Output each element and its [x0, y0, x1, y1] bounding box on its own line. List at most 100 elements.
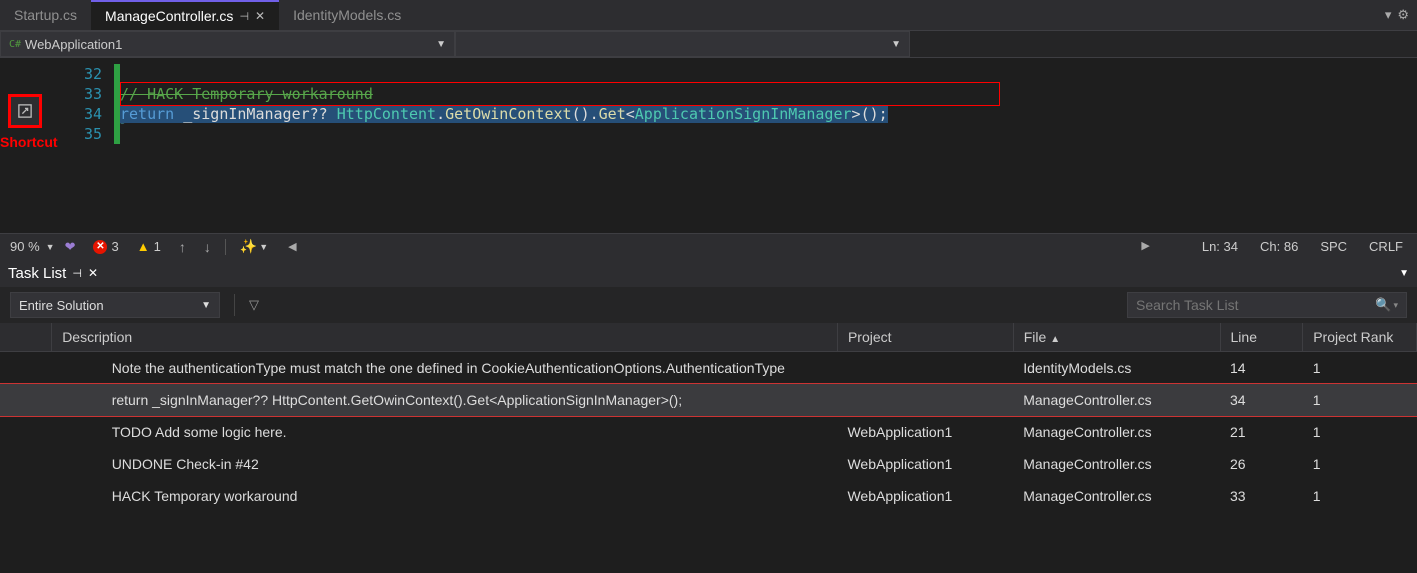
cell-line: 14 [1220, 352, 1303, 385]
tabs-overflow-icon[interactable]: ▾ [1385, 7, 1392, 23]
line-ending[interactable]: CRLF [1365, 239, 1407, 254]
zoom-control[interactable]: 90 % ▼ [10, 239, 55, 254]
nav-up-icon[interactable]: ↑ [179, 239, 186, 255]
cell-rank: 1 [1303, 480, 1417, 512]
cell-rank: 1 [1303, 352, 1417, 385]
cell-file: ManageController.cs [1013, 416, 1220, 448]
chevron-down-icon: ▼ [891, 39, 901, 50]
editor-margin: Shortcut [0, 58, 54, 233]
warning-number: 1 [154, 239, 161, 254]
col-rank[interactable]: Project Rank [1303, 323, 1417, 352]
code-editor[interactable]: Shortcut 32 33 34💡 35 // HACK Temporary … [0, 58, 1417, 233]
separator [234, 294, 235, 316]
cell-line: 34 [1220, 384, 1303, 416]
cell-rank: 1 [1303, 416, 1417, 448]
table-row[interactable]: TODO Add some logic here. WebApplication… [0, 416, 1417, 448]
cell-rank: 1 [1303, 448, 1417, 480]
table-row[interactable]: UNDONE Check-in #42 WebApplication1 Mana… [0, 448, 1417, 480]
cell-file: ManageController.cs [1013, 480, 1220, 512]
code-text[interactable]: // HACK Temporary workaround return _sig… [120, 58, 1417, 233]
error-icon: ✕ [93, 240, 107, 254]
nav-down-icon[interactable]: ↓ [204, 239, 211, 255]
health-icon[interactable]: ❤ [65, 239, 76, 255]
task-scope-dropdown[interactable]: Entire Solution ▼ [10, 292, 220, 318]
col-icon[interactable] [0, 323, 52, 352]
chevron-down-icon: ▼ [259, 242, 268, 252]
line-number: 35 [54, 124, 114, 144]
scroll-left-icon[interactable]: ◀ [288, 240, 296, 253]
scope-label: Entire Solution [19, 298, 104, 313]
line-number: 32 [54, 64, 114, 84]
sort-asc-icon: ▲ [1050, 334, 1060, 345]
separator [225, 239, 226, 255]
cell-file: ManageController.cs [1013, 448, 1220, 480]
csharp-icon: C# [9, 39, 21, 50]
cell-desc: TODO Add some logic here. [52, 416, 838, 448]
task-search-input[interactable]: 🔍 ▾ [1127, 292, 1407, 318]
nav-bar: C# WebApplication1 ▼ ▼ [0, 30, 1417, 58]
shortcut-icon[interactable] [8, 94, 42, 128]
line-number: 34💡 [54, 104, 114, 124]
table-row[interactable]: return _signInManager?? HttpContent.GetO… [0, 384, 1417, 416]
cell-project: WebApplication1 [837, 416, 1013, 448]
panel-menu-icon[interactable]: ▼ [1399, 268, 1409, 279]
cell-file: ManageController.cs [1013, 384, 1220, 416]
scope-project-dropdown[interactable]: C# WebApplication1 ▼ [0, 31, 455, 57]
error-count[interactable]: ✕ 3 [93, 239, 118, 254]
pin-icon[interactable]: ⊣ [239, 10, 249, 23]
cell-line: 33 [1220, 480, 1303, 512]
cursor-col: Ch: 86 [1256, 239, 1302, 254]
cell-line: 26 [1220, 448, 1303, 480]
cell-project: WebApplication1 [837, 480, 1013, 512]
tab-label: Startup.cs [14, 7, 77, 23]
document-tabs: Startup.cs ManageController.cs ⊣ ✕ Ident… [0, 0, 1417, 30]
cell-file: IdentityModels.cs [1013, 352, 1220, 385]
pin-icon[interactable]: ⊣ [72, 267, 82, 280]
filter-icon[interactable]: ▽ [249, 297, 259, 313]
cell-project [837, 384, 1013, 416]
table-row[interactable]: HACK Temporary workaround WebApplication… [0, 480, 1417, 512]
warning-count[interactable]: ▲ 1 [137, 239, 161, 254]
close-icon[interactable]: ✕ [88, 266, 98, 280]
table-header-row: Description Project File▲ Line Project R… [0, 323, 1417, 352]
cursor-line: Ln: 34 [1198, 239, 1242, 254]
cell-desc: return _signInManager?? HttpContent.GetO… [52, 384, 838, 416]
col-file[interactable]: File▲ [1013, 323, 1220, 352]
chevron-down-icon: ▼ [201, 300, 211, 311]
cell-line: 21 [1220, 416, 1303, 448]
chevron-down-icon: ▾ [1393, 300, 1398, 311]
col-project[interactable]: Project [837, 323, 1013, 352]
annotation-highlight [120, 82, 1000, 106]
cleanup-icon[interactable]: ✨ [240, 238, 257, 255]
task-list-titlebar: Task List ⊣ ✕ ▼ [0, 259, 1417, 287]
cell-project: WebApplication1 [837, 448, 1013, 480]
close-icon[interactable]: ✕ [255, 9, 265, 23]
code-line-highlighted: return _signInManager?? HttpContent.GetO… [120, 104, 1417, 124]
warning-icon: ▲ [137, 239, 150, 254]
tab-label: IdentityModels.cs [293, 7, 401, 23]
cell-project [837, 352, 1013, 385]
col-line[interactable]: Line [1220, 323, 1303, 352]
tab-label: ManageController.cs [105, 8, 233, 24]
scope-label: WebApplication1 [25, 37, 122, 52]
editor-statusbar: 90 % ▼ ❤ ✕ 3 ▲ 1 ↑ ↓ ✨ ▼ ◀ ▶ Ln: 34 Ch: … [0, 233, 1417, 259]
task-list-table: Description Project File▲ Line Project R… [0, 323, 1417, 512]
line-numbers: 32 33 34💡 35 [54, 58, 114, 233]
indent-mode[interactable]: SPC [1316, 239, 1351, 254]
chevron-down-icon: ▼ [46, 242, 55, 252]
search-field[interactable] [1136, 297, 1375, 313]
shortcut-label: Shortcut [0, 134, 58, 150]
gear-icon[interactable]: ⚙ [1397, 7, 1409, 23]
tab-managecontroller[interactable]: ManageController.cs ⊣ ✕ [91, 0, 279, 30]
cell-desc: HACK Temporary workaround [52, 480, 838, 512]
col-description[interactable]: Description [52, 323, 838, 352]
zoom-value: 90 % [10, 239, 40, 254]
line-number: 33 [54, 84, 114, 104]
table-row[interactable]: Note the authenticationType must match t… [0, 352, 1417, 385]
tab-identitymodels[interactable]: IdentityModels.cs [279, 0, 415, 30]
scroll-right-icon[interactable]: ▶ [1137, 239, 1153, 254]
cell-desc: UNDONE Check-in #42 [52, 448, 838, 480]
search-icon[interactable]: 🔍 [1375, 297, 1391, 313]
tab-startup[interactable]: Startup.cs [0, 0, 91, 30]
scope-class-dropdown[interactable]: ▼ [455, 31, 910, 57]
